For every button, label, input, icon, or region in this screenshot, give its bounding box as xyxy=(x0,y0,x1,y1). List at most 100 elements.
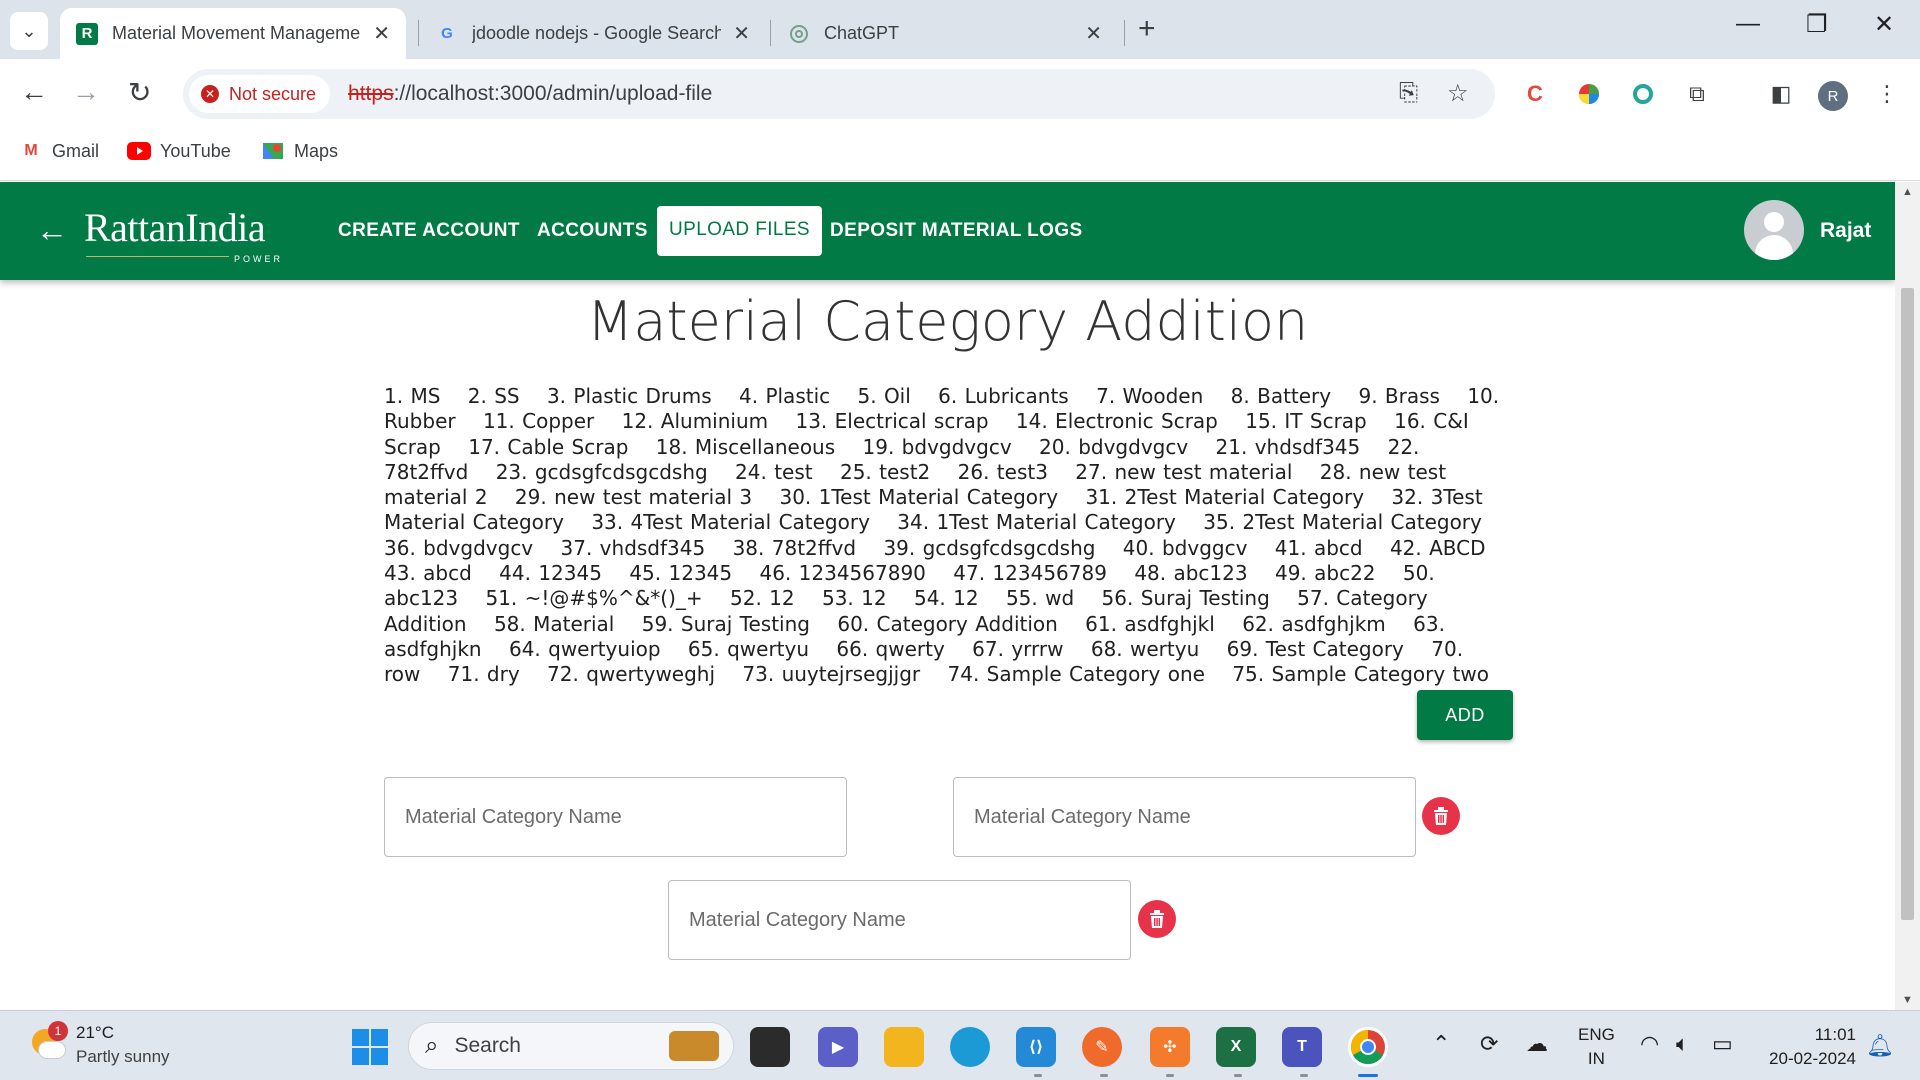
cloud-off-icon[interactable]: ☁ xyxy=(1526,1031,1548,1057)
close-tab-icon[interactable]: ✕ xyxy=(373,21,390,46)
security-chip[interactable]: ✕ Not secure xyxy=(189,75,331,113)
browser-toolbar: ← → ↻ ✕ Not secure https://localhost:300… xyxy=(0,59,1920,130)
language-region: IN xyxy=(1587,1049,1605,1068)
windows-taskbar: 1 21°C Partly sunny ⌕ Search ▶ ⟨⟩ ✎ ✣ X … xyxy=(0,1010,1920,1080)
category-item: 37. vhdsdf345 xyxy=(560,535,706,560)
category-item: 75. Sample Category two xyxy=(1232,662,1489,687)
postman-icon[interactable]: ✎ xyxy=(1082,1027,1122,1067)
profile-avatar[interactable]: R xyxy=(1818,81,1848,111)
extension-c-icon[interactable]: C xyxy=(1520,79,1550,109)
edge-browser-icon[interactable] xyxy=(950,1027,990,1067)
nav-upload-files[interactable]: UPLOAD FILES xyxy=(657,206,823,256)
material-category-input[interactable] xyxy=(384,777,847,857)
category-item: 66. qwerty xyxy=(836,636,945,661)
material-category-input[interactable] xyxy=(953,777,1416,857)
excel-icon[interactable]: X xyxy=(1216,1027,1256,1067)
bookmark-maps[interactable]: Maps xyxy=(260,140,338,162)
tab-separator xyxy=(1124,20,1125,46)
input-language[interactable]: ENG IN xyxy=(1578,1023,1615,1071)
bookmark-youtube[interactable]: YouTube xyxy=(126,140,231,162)
tab-search-button[interactable]: ⌄ xyxy=(10,12,48,50)
nav-accounts[interactable]: ACCOUNTS xyxy=(537,220,648,242)
close-tab-icon[interactable]: ✕ xyxy=(1085,21,1102,46)
windows-start-icon[interactable] xyxy=(352,1029,388,1065)
scroll-down-icon[interactable]: ▼ xyxy=(1902,994,1913,1006)
delete-trash-icon[interactable] xyxy=(1422,797,1460,835)
url-rest: ://localhost:3000/admin/upload-file xyxy=(393,82,713,105)
task-view-icon[interactable] xyxy=(750,1027,790,1067)
nav-deposit-material-logs[interactable]: DEPOSIT MATERIAL LOGS xyxy=(830,220,1083,242)
category-item: 34. 1Test Material Category xyxy=(897,510,1176,535)
address-bar[interactable]: ✕ Not secure https://localhost:3000/admi… xyxy=(183,69,1495,119)
browser-tabstrip: ⌄ R Material Movement Manageme ✕ G jdood… xyxy=(0,0,1920,59)
file-explorer-icon[interactable] xyxy=(884,1027,924,1067)
active-app-indicator xyxy=(1358,1074,1378,1077)
category-item: 42. ABCD xyxy=(1389,535,1486,560)
reload-icon[interactable]: ↻ xyxy=(128,76,151,109)
search-highlight-icon xyxy=(669,1031,719,1061)
rattanindia-favicon-icon: R xyxy=(76,22,98,45)
vscode-icon[interactable]: ⟨⟩ xyxy=(1016,1027,1056,1067)
category-item: 14. Electronic Scrap xyxy=(1015,409,1218,434)
youtube-icon xyxy=(126,140,152,162)
category-item: 2. SS xyxy=(467,384,520,408)
url-text[interactable]: https://localhost:3000/admin/upload-file xyxy=(348,82,712,106)
weather-temperature[interactable]: 21°C xyxy=(76,1023,114,1043)
taskbar-search[interactable]: ⌕ Search xyxy=(408,1022,734,1070)
back-arrow-icon[interactable]: ← xyxy=(36,212,68,249)
system-clock[interactable]: 11:01 20-02-2024 xyxy=(1760,1023,1856,1071)
page-scrollbar[interactable]: ▲ ▼ xyxy=(1895,182,1920,1010)
category-item: 24. test xyxy=(735,459,813,484)
bookmark-label: Maps xyxy=(294,140,339,161)
minimize-icon[interactable]: — xyxy=(1736,10,1760,38)
rattanindia-logo[interactable]: RattanIndia POWER xyxy=(84,204,280,264)
extension-color-icon[interactable] xyxy=(1574,79,1604,109)
material-category-input[interactable] xyxy=(668,880,1131,960)
user-name[interactable]: Rajat xyxy=(1820,219,1871,243)
browser-menu-icon[interactable]: ⋮ xyxy=(1872,79,1902,109)
nav-create-account[interactable]: CREATE ACCOUNT xyxy=(338,220,520,242)
battery-icon[interactable]: ▭ xyxy=(1712,1031,1733,1057)
weather-condition[interactable]: Partly sunny xyxy=(76,1047,170,1067)
teams-new-icon[interactable]: T xyxy=(1282,1027,1322,1067)
tab-chatgpt[interactable]: ChatGPT ✕ xyxy=(772,8,1118,59)
bookmark-gmail[interactable]: M Gmail xyxy=(18,140,99,162)
tab-google-search[interactable]: G jdoodle nodejs - Google Search ✕ xyxy=(420,8,766,59)
chrome-icon[interactable] xyxy=(1348,1027,1388,1067)
delete-trash-icon[interactable] xyxy=(1138,900,1176,938)
volume-icon[interactable]: 🔈︎ xyxy=(1676,1031,1689,1057)
add-button[interactable]: ADD xyxy=(1417,690,1513,740)
category-item: 69. Test Category xyxy=(1226,636,1404,661)
extensions-puzzle-icon[interactable]: ⧉ xyxy=(1682,79,1712,109)
tab-separator xyxy=(418,20,419,46)
category-item: 27. new test material xyxy=(1075,459,1293,484)
side-panel-icon[interactable]: ◧ xyxy=(1766,79,1796,109)
forward-icon[interactable]: → xyxy=(72,76,100,108)
window-close-icon[interactable]: ✕ xyxy=(1874,10,1894,39)
notification-bell-icon[interactable]: 🔔︎ xyxy=(1866,1033,1894,1059)
wifi-icon[interactable]: ◠ xyxy=(1640,1031,1659,1057)
restore-icon[interactable]: ❐ xyxy=(1806,10,1828,39)
category-item: 53. 12 xyxy=(821,586,887,611)
xampp-icon[interactable]: ✣ xyxy=(1150,1027,1190,1067)
avatar-body xyxy=(1755,235,1793,260)
tray-overflow-chevron-icon[interactable]: ⌃ xyxy=(1432,1031,1450,1057)
new-tab-plus-icon[interactable]: + xyxy=(1138,12,1156,46)
back-icon[interactable]: ← xyxy=(20,76,48,108)
weather-widget-icon[interactable]: 1 xyxy=(28,1021,68,1061)
category-item: 49. abc22 xyxy=(1274,561,1376,586)
running-indicator xyxy=(1234,1074,1242,1077)
scroll-up-icon[interactable]: ▲ xyxy=(1902,186,1913,198)
sync-icon[interactable]: ⟳ xyxy=(1480,1031,1498,1057)
install-app-icon[interactable]: ⎘ xyxy=(1399,79,1418,107)
warning-icon: ✕ xyxy=(201,85,219,103)
bookmark-star-icon[interactable]: ☆ xyxy=(1447,79,1469,108)
teams-chat-icon[interactable]: ▶ xyxy=(818,1027,858,1067)
category-item: 73. uuytejrsegjjgr xyxy=(742,662,921,687)
close-tab-icon[interactable]: ✕ xyxy=(733,21,750,46)
extension-ring-icon[interactable] xyxy=(1628,79,1658,109)
scrollbar-thumb[interactable] xyxy=(1901,288,1914,920)
security-label: Not secure xyxy=(229,83,317,104)
tab-material-movement[interactable]: R Material Movement Manageme ✕ xyxy=(60,8,406,59)
user-avatar-icon[interactable] xyxy=(1744,200,1804,260)
